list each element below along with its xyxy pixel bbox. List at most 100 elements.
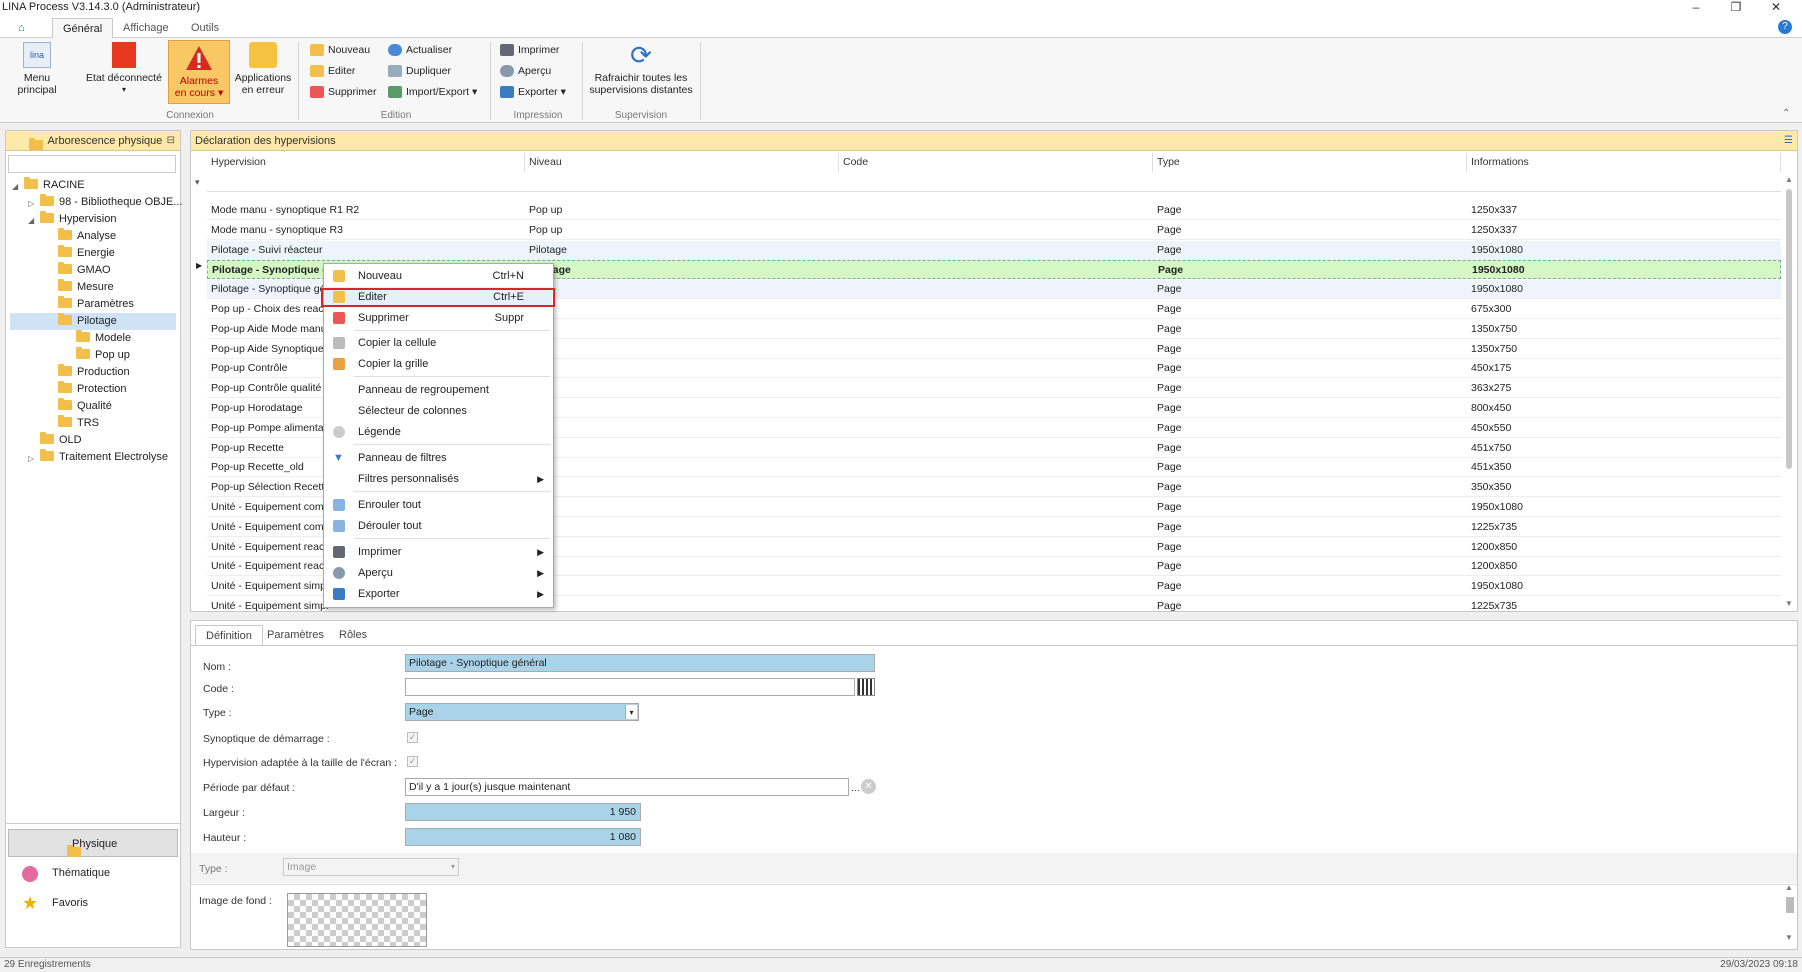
supprimer-button[interactable]: Supprimer (308, 83, 376, 101)
largeur-field[interactable]: 1 950 (405, 803, 641, 821)
tab-outils[interactable]: Outils (181, 18, 229, 38)
tree-node-racine[interactable]: RACINE (24, 177, 85, 194)
image-preview[interactable] (287, 893, 427, 947)
column-header-type[interactable]: Type (1153, 153, 1467, 172)
synoptique-checkbox[interactable]: ✓ (407, 732, 418, 743)
etat-deconnecte-button[interactable]: Etat déconnecté ▾ (84, 42, 164, 96)
scroll-thumb[interactable] (1786, 897, 1794, 913)
tab-roles[interactable]: Rôles (329, 625, 377, 645)
menu-item-copier-cellule[interactable]: Copier la cellule (325, 333, 552, 353)
image-type-select[interactable]: Image ▾ (283, 858, 459, 876)
grid-options-icon[interactable]: ☰ (1784, 131, 1793, 151)
scroll-down-icon[interactable]: ▼ (1785, 933, 1793, 942)
menu-item-label: Imprimer (358, 546, 402, 558)
tree-node-mesure[interactable]: Mesure (58, 279, 114, 296)
tree-node-hypervision[interactable]: Hypervision (40, 211, 116, 228)
column-header-niveau[interactable]: Niveau (525, 153, 839, 172)
tree-node-analyse[interactable]: Analyse (58, 228, 116, 245)
column-header-informations[interactable]: Informations (1467, 153, 1781, 172)
nav-thematique[interactable]: Thématique (8, 859, 178, 887)
menu-item-nouveau[interactable]: Nouveau Ctrl+N (325, 266, 552, 286)
collapse-icon[interactable]: ◢ (12, 182, 18, 191)
close-icon[interactable]: ✕ (1756, 0, 1796, 16)
menu-item-apercu[interactable]: Aperçu ▶ (325, 563, 552, 583)
tree-search-input[interactable] (8, 155, 176, 173)
exporter-button[interactable]: Exporter ▾ (498, 83, 566, 101)
expand-icon[interactable]: ▷ (28, 454, 34, 463)
column-header-hypervision[interactable]: Hypervision (207, 153, 525, 172)
tree-node-old[interactable]: OLD (40, 432, 82, 449)
applications-en-erreur-button[interactable]: Applications en erreur (234, 42, 292, 96)
menu-item-derouler-tout[interactable]: Dérouler tout (325, 516, 552, 536)
tree-node-popup[interactable]: Pop up (76, 347, 130, 364)
tree-node-energie[interactable]: Energie (58, 245, 115, 262)
collapse-ribbon-icon[interactable]: ⌃ (1782, 108, 1790, 119)
periode-field[interactable]: D'il y a 1 jour(s) jusque maintenant (405, 778, 849, 796)
tree-node-production[interactable]: Production (58, 364, 130, 381)
menu-principal-button[interactable]: lina Menu principal (4, 42, 70, 96)
hauteur-field[interactable]: 1 080 (405, 828, 641, 846)
nouveau-button[interactable]: Nouveau (308, 41, 370, 59)
tree-node-qualite[interactable]: Qualité (58, 398, 112, 415)
tree-node-bibliotheque[interactable]: 98 - Bibliotheque OBJE... (40, 194, 183, 211)
tab-general[interactable]: Général (52, 18, 114, 38)
menu-item-imprimer[interactable]: Imprimer ▶ (325, 542, 552, 562)
tree-node-modele[interactable]: Modele (76, 330, 131, 347)
folder-icon (58, 381, 72, 393)
minimize-icon[interactable]: – (1676, 0, 1716, 16)
apercu-button[interactable]: Aperçu (498, 62, 551, 80)
help-icon[interactable]: ? (1778, 20, 1792, 34)
pin-icon[interactable]: ⊟ (167, 131, 175, 151)
ellipsis-button[interactable]: … (851, 783, 860, 793)
import-export-button[interactable]: Import/Export ▾ (386, 83, 477, 101)
menu-item-copier-grille[interactable]: Copier la grille (325, 354, 552, 374)
column-header-code[interactable]: Code (839, 153, 1153, 172)
clear-icon[interactable]: ✕ (861, 779, 876, 794)
restore-icon[interactable]: ❐ (1716, 0, 1756, 16)
scroll-down-icon[interactable]: ▼ (1785, 599, 1793, 608)
adaptee-checkbox[interactable]: ✓ (407, 756, 418, 767)
grid-scrollbar[interactable]: ▲ ▼ (1783, 175, 1795, 611)
type-select[interactable]: Page ▾ (405, 703, 639, 721)
qr-code-icon[interactable] (857, 678, 875, 696)
nav-favoris[interactable]: ★ Favoris (8, 889, 178, 917)
nom-field[interactable]: Pilotage - Synoptique général (405, 654, 875, 672)
menu-item-enrouler-tout[interactable]: Enrouler tout (325, 495, 552, 515)
scroll-up-icon[interactable]: ▲ (1785, 175, 1793, 184)
tab-definition[interactable]: Définition (195, 625, 263, 645)
home-icon[interactable]: ⌂ (10, 18, 33, 38)
scroll-thumb[interactable] (1786, 189, 1792, 469)
tab-parametres[interactable]: Paramètres (257, 625, 334, 645)
menu-item-exporter[interactable]: Exporter ▶ (325, 584, 552, 604)
filter-row[interactable] (207, 174, 1781, 192)
imprimer-button[interactable]: Imprimer (498, 41, 559, 59)
filter-row-icon[interactable]: ▾ (195, 177, 200, 188)
expand-icon[interactable]: ▷ (28, 199, 34, 208)
tree-node-parametres[interactable]: Paramètres (58, 296, 134, 313)
menu-item-panneau-regroupement[interactable]: Panneau de regroupement (325, 380, 552, 400)
table-row[interactable]: Mode manu - synoptique R1 R2 Pop up Page 12… (207, 201, 1781, 220)
menu-item-filtres-personnalises[interactable]: Filtres personnalisés ▶ (325, 469, 552, 489)
nav-physique[interactable]: Physique (8, 829, 178, 857)
tree-node-pilotage[interactable]: Pilotage (10, 313, 176, 330)
detail-scrollbar[interactable]: ▲ ▼ (1785, 883, 1795, 945)
menu-item-supprimer[interactable]: Supprimer Suppr (325, 308, 552, 328)
scroll-up-icon[interactable]: ▲ (1785, 883, 1793, 892)
editer-button[interactable]: Editer (308, 62, 355, 80)
tree-node-protection[interactable]: Protection (58, 381, 127, 398)
menu-item-legende[interactable]: Légende (325, 422, 552, 442)
tree-node-gmao[interactable]: GMAO (58, 262, 111, 279)
tree-node-trs[interactable]: TRS (58, 415, 99, 432)
dupliquer-button[interactable]: Dupliquer (386, 62, 451, 80)
collapse-icon[interactable]: ◢ (28, 216, 34, 225)
table-row[interactable]: Mode manu - synoptique R3 Pop up Page 1250x… (207, 221, 1781, 240)
menu-item-panneau-filtres[interactable]: ▼ Panneau de filtres (325, 448, 552, 468)
menu-item-selecteur-colonnes[interactable]: Sélecteur de colonnes (325, 401, 552, 421)
alarmes-button[interactable]: Alarmes en cours ▾ (168, 40, 230, 104)
actualiser-button[interactable]: Actualiser (386, 41, 452, 59)
tree-node-traitement[interactable]: Traitement Electrolyse (40, 449, 168, 466)
code-field[interactable] (405, 678, 855, 696)
rafraichir-supervisions-button[interactable]: ⟳ Rafraichir toutes les supervisions dis… (586, 42, 696, 96)
tab-affichage[interactable]: Affichage (113, 18, 179, 38)
table-row[interactable]: Pilotage - Suivi réacteur Pilotage Page 195… (207, 240, 1781, 260)
